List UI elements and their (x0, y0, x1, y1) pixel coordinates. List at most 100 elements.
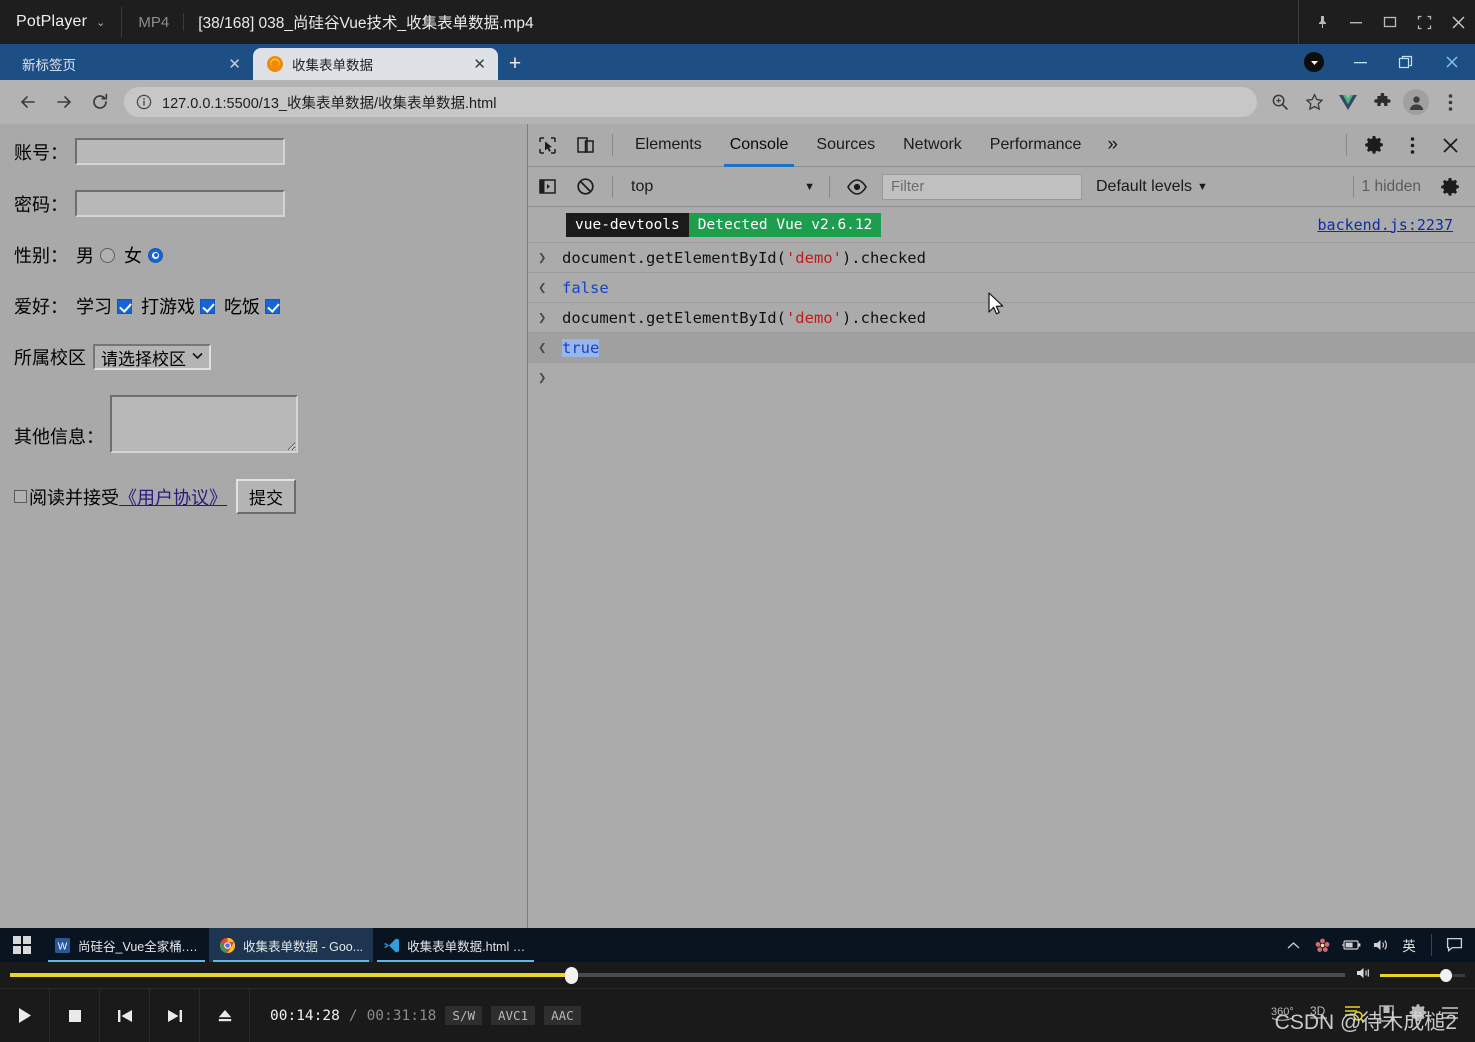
seek-bar[interactable] (10, 967, 1345, 984)
expression-suffix: ).checked (841, 308, 926, 327)
zoom-icon[interactable] (1265, 87, 1295, 117)
forward-button[interactable] (46, 84, 82, 120)
maximize-icon[interactable] (1373, 0, 1407, 44)
console-context-select[interactable]: top ▼ (625, 174, 821, 200)
eject-button[interactable] (200, 988, 250, 1042)
console-output-row-selected: ❮ true (528, 333, 1475, 363)
clear-console-icon[interactable] (566, 165, 604, 208)
codec-chip-audio[interactable]: AAC (544, 1006, 581, 1025)
expression-string: 'demo' (785, 248, 842, 267)
gender-radio-female[interactable] (148, 247, 163, 263)
divider (612, 175, 613, 198)
codec-chip-video[interactable]: AVC1 (491, 1006, 536, 1025)
browser-tab-new-tab-page[interactable]: 新标签页 ✕ (8, 48, 253, 80)
account-input[interactable] (75, 138, 285, 165)
restore-icon[interactable] (1383, 44, 1429, 80)
tray-app-icon[interactable] (1309, 928, 1335, 962)
volume-icon[interactable] (1367, 928, 1393, 962)
console-sidebar-icon[interactable] (528, 165, 566, 208)
more-tabs-button[interactable]: » (1095, 134, 1130, 156)
omnibox-actions (1265, 87, 1465, 117)
seek-bar-fill (10, 973, 571, 977)
show-hidden-icons-chevron-icon[interactable] (1280, 928, 1306, 962)
taskbar-item-vscode[interactable]: 收集表单数据.html - ... (373, 928, 538, 962)
console-log-levels-value: Default levels (1096, 177, 1193, 195)
live-expression-icon[interactable] (838, 165, 876, 208)
console-settings-gear-icon[interactable] (1431, 165, 1469, 208)
next-button[interactable] (150, 988, 200, 1042)
site-info-icon[interactable] (136, 94, 152, 110)
profile-badge-icon[interactable] (1291, 44, 1337, 80)
taskbar-item-word[interactable]: W 尚硅谷_Vue全家桶.d... (44, 928, 209, 962)
chrome-omnibox-bar: 127.0.0.1:5500/13_收集表单数据/收集表单数据.html (0, 80, 1475, 124)
stop-button[interactable] (50, 988, 100, 1042)
close-icon[interactable] (1429, 44, 1475, 80)
volume-speaker-icon[interactable] (1355, 966, 1373, 985)
submit-button[interactable]: 提交 (236, 479, 296, 514)
favicon-icon (267, 56, 283, 72)
console-log-levels-select[interactable]: Default levels ▼ (1088, 178, 1216, 196)
start-button-icon[interactable] (0, 936, 44, 954)
user-agreement-link[interactable]: 《用户协议》 (119, 484, 227, 510)
gender-option-male-label: 男 (76, 246, 94, 266)
inspect-element-icon[interactable] (528, 124, 566, 167)
hobby-checkbox-study[interactable] (117, 298, 132, 314)
new-tab-button[interactable]: + (498, 48, 532, 80)
taskbar-item-chrome[interactable]: 收集表单数据 - Goo... (209, 928, 374, 962)
gender-radio-male[interactable] (100, 247, 115, 263)
device-toolbar-icon[interactable] (566, 124, 604, 167)
devtools-main-toolbar: Elements Console Sources Network Perform… (528, 124, 1475, 167)
vue-devtools-icon[interactable] (1333, 87, 1363, 117)
address-bar[interactable]: 127.0.0.1:5500/13_收集表单数据/收集表单数据.html (124, 87, 1257, 117)
close-icon[interactable] (1441, 0, 1475, 44)
ime-language-indicator[interactable]: 英 (1396, 928, 1422, 962)
pin-icon[interactable] (1305, 0, 1339, 44)
notifications-icon[interactable] (1441, 928, 1467, 962)
tab-sources[interactable]: Sources (802, 124, 889, 167)
gear-icon[interactable] (1355, 124, 1393, 167)
reload-button[interactable] (82, 84, 118, 120)
form-row-agreement: 阅读并接受 《用户协议》 提交 (14, 479, 527, 514)
output-arrow-icon: ❮ (538, 339, 547, 356)
battery-icon[interactable] (1338, 928, 1364, 962)
back-button[interactable] (10, 84, 46, 120)
kebab-menu-icon[interactable] (1393, 124, 1431, 167)
codec-chip-sw[interactable]: S/W (445, 1006, 482, 1025)
bookmark-star-icon[interactable] (1299, 87, 1329, 117)
form-row-other-info: 其他信息： (14, 395, 527, 453)
minimize-icon[interactable] (1337, 44, 1383, 80)
password-input[interactable] (75, 190, 285, 217)
chrome-menu-icon[interactable] (1435, 87, 1465, 117)
fullscreen-icon[interactable] (1407, 0, 1441, 44)
input-arrow-icon: ❯ (538, 309, 547, 326)
console-prompt[interactable]: ❯ (528, 363, 1475, 393)
other-info-label: 其他信息： (14, 427, 104, 447)
address-bar-url: 127.0.0.1:5500/13_收集表单数据/收集表单数据.html (162, 95, 497, 112)
console-expression: document.getElementById('demo').checked (562, 309, 926, 327)
tab-network[interactable]: Network (889, 124, 976, 167)
minimize-icon[interactable] (1339, 0, 1373, 44)
seek-bar-handle[interactable] (564, 967, 578, 984)
hobby-checkbox-games[interactable] (200, 298, 215, 314)
close-icon[interactable]: ✕ (469, 57, 490, 72)
campus-select[interactable]: 请选择校区 (93, 344, 211, 370)
console-output[interactable]: vue-devtools Detected Vue v2.6.12 backen… (528, 207, 1475, 928)
play-button[interactable] (0, 988, 50, 1042)
console-filter-input[interactable]: Filter (882, 173, 1082, 200)
browser-tab-form-data[interactable]: 收集表单数据 ✕ (253, 48, 498, 80)
tab-performance[interactable]: Performance (976, 124, 1096, 167)
chevron-down-icon[interactable]: ⌄ (96, 16, 105, 29)
console-source-link[interactable]: backend.js:2237 (1318, 216, 1475, 234)
volume-slider-handle[interactable] (1440, 968, 1452, 982)
close-icon[interactable]: ✕ (224, 57, 245, 72)
volume-slider[interactable] (1380, 968, 1465, 982)
close-icon[interactable] (1431, 124, 1469, 167)
extensions-icon[interactable] (1367, 87, 1397, 117)
hobby-checkbox-eat[interactable] (265, 298, 280, 314)
profile-icon[interactable] (1401, 87, 1431, 117)
agreement-checkbox[interactable] (14, 490, 27, 503)
previous-button[interactable] (100, 988, 150, 1042)
tab-elements[interactable]: Elements (621, 124, 716, 167)
other-info-textarea[interactable] (110, 395, 298, 453)
tab-console[interactable]: Console (716, 124, 803, 167)
